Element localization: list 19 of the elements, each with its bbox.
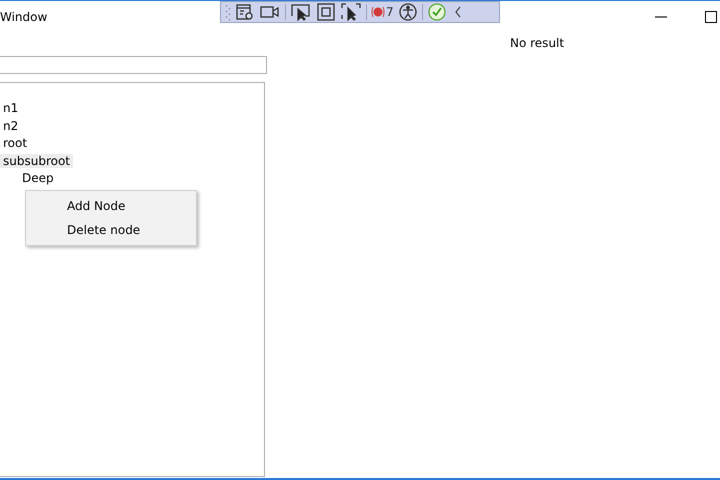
tree-item[interactable]: root — [0, 136, 30, 150]
menu-item[interactable]: Delete node — [26, 218, 196, 242]
grip-icon[interactable] — [225, 3, 231, 21]
tree-item[interactable]: n2 — [0, 118, 22, 132]
result-text: No result — [510, 36, 564, 50]
search-field[interactable] — [0, 56, 267, 74]
maximize-button[interactable] — [705, 11, 717, 23]
accessibility-icon[interactable] — [398, 2, 418, 22]
check-icon[interactable] — [426, 2, 447, 22]
window-title: Window — [0, 10, 48, 24]
live-tree-icon[interactable] — [235, 3, 255, 21]
tree-item[interactable]: subsubroot — [0, 154, 74, 168]
error-icon — [371, 5, 385, 19]
tree-item[interactable]: Deep — [19, 171, 57, 185]
tree-item[interactable]: n1 — [0, 101, 22, 115]
menu-item[interactable]: Add Node — [26, 194, 196, 218]
binding-failures-button[interactable]: 7 — [371, 5, 394, 19]
cursor-select-icon[interactable] — [290, 3, 312, 21]
square-icon[interactable] — [316, 3, 336, 21]
